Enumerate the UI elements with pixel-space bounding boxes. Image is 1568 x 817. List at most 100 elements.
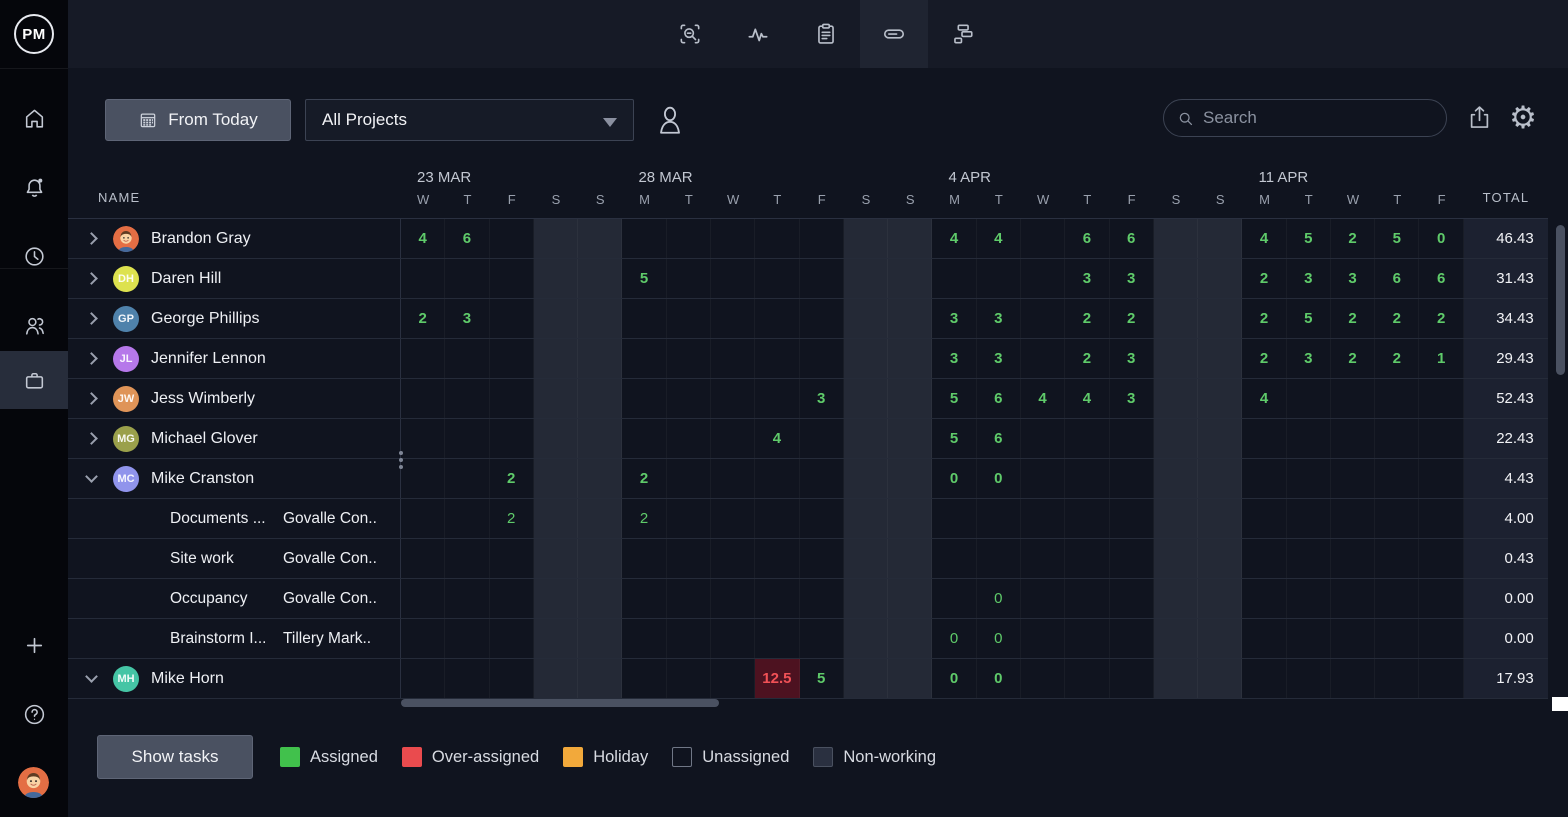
chevron-right-icon[interactable] (85, 272, 98, 285)
day-cell[interactable] (1154, 579, 1198, 618)
day-cell[interactable] (1198, 299, 1242, 338)
day-cell[interactable]: 4 (1242, 379, 1286, 418)
person-name-cell[interactable]: MGMichael Glover (68, 419, 401, 458)
day-cell[interactable] (578, 459, 622, 498)
chevron-right-icon[interactable] (85, 312, 98, 325)
day-cell[interactable] (1419, 459, 1463, 498)
day-cell[interactable] (800, 339, 844, 378)
day-cell[interactable] (844, 379, 888, 418)
day-cell[interactable] (932, 259, 976, 298)
day-cell[interactable] (1065, 419, 1109, 458)
chevron-right-icon[interactable] (85, 392, 98, 405)
day-cell[interactable] (1287, 419, 1331, 458)
day-cell[interactable]: 2 (490, 459, 534, 498)
task-name-cell[interactable]: Site workGovalle Con.. (68, 539, 401, 578)
day-cell[interactable]: 4 (1065, 379, 1109, 418)
day-cell[interactable]: 2 (1065, 339, 1109, 378)
day-cell[interactable] (1242, 459, 1286, 498)
day-cell[interactable] (1419, 619, 1463, 658)
day-cell[interactable] (711, 299, 755, 338)
day-cell[interactable] (1198, 619, 1242, 658)
day-cell[interactable] (1198, 539, 1242, 578)
day-cell[interactable]: 6 (1065, 219, 1109, 258)
day-cell[interactable] (800, 459, 844, 498)
day-cell[interactable]: 1 (1419, 339, 1463, 378)
day-cell[interactable] (1242, 579, 1286, 618)
day-cell[interactable] (534, 619, 578, 658)
day-cell[interactable]: 6 (977, 379, 1021, 418)
day-cell[interactable] (844, 539, 888, 578)
day-cell[interactable] (844, 459, 888, 498)
day-cell[interactable] (401, 379, 445, 418)
day-cell[interactable] (1021, 339, 1065, 378)
day-cell[interactable] (1154, 499, 1198, 538)
day-cell[interactable]: 3 (932, 299, 976, 338)
day-cell[interactable] (1242, 419, 1286, 458)
export-button[interactable] (1462, 98, 1496, 136)
chevron-right-icon[interactable] (85, 352, 98, 365)
day-cell[interactable] (711, 379, 755, 418)
day-cell[interactable] (445, 499, 489, 538)
day-cell[interactable] (1110, 499, 1154, 538)
day-cell[interactable] (1198, 379, 1242, 418)
day-cell[interactable] (844, 339, 888, 378)
day-cell[interactable]: 3 (1287, 259, 1331, 298)
task-name-cell[interactable]: Brainstorm I...Tillery Mark.. (68, 619, 401, 658)
day-cell[interactable] (1287, 659, 1331, 698)
day-cell[interactable]: 6 (1375, 259, 1419, 298)
day-cell[interactable] (490, 339, 534, 378)
horizontal-scrollbar[interactable] (401, 699, 719, 707)
day-cell[interactable] (1154, 659, 1198, 698)
day-cell[interactable] (578, 379, 622, 418)
day-cell[interactable] (844, 299, 888, 338)
day-cell[interactable] (667, 459, 711, 498)
day-cell[interactable] (1331, 419, 1375, 458)
day-cell[interactable] (1110, 579, 1154, 618)
day-cell[interactable]: 5 (1287, 219, 1331, 258)
day-cell[interactable] (1065, 619, 1109, 658)
day-cell[interactable] (1287, 539, 1331, 578)
task-name-cell[interactable]: OccupancyGovalle Con.. (68, 579, 401, 618)
day-cell[interactable] (667, 659, 711, 698)
day-cell[interactable] (1375, 459, 1419, 498)
day-cell[interactable]: 3 (800, 379, 844, 418)
day-cell[interactable] (800, 579, 844, 618)
day-cell[interactable] (445, 579, 489, 618)
day-cell[interactable]: 5 (932, 419, 976, 458)
day-cell[interactable]: 4 (1021, 379, 1065, 418)
day-cell[interactable] (1110, 619, 1154, 658)
day-cell[interactable] (578, 619, 622, 658)
day-cell[interactable] (1198, 579, 1242, 618)
day-cell[interactable] (932, 579, 976, 618)
day-cell[interactable] (1154, 299, 1198, 338)
tab-activity[interactable] (724, 0, 792, 68)
day-cell[interactable] (578, 659, 622, 698)
day-cell[interactable]: 6 (977, 419, 1021, 458)
day-cell[interactable] (1287, 499, 1331, 538)
day-cell[interactable] (888, 659, 932, 698)
day-cell[interactable] (1242, 539, 1286, 578)
day-cell[interactable] (888, 259, 932, 298)
day-cell[interactable] (932, 499, 976, 538)
day-cell[interactable] (534, 579, 578, 618)
day-cell[interactable] (711, 219, 755, 258)
day-cell[interactable]: 2 (1331, 219, 1375, 258)
person-name-cell[interactable]: Brandon Gray (68, 219, 401, 258)
day-cell[interactable]: 0 (977, 619, 1021, 658)
day-cell[interactable]: 3 (1110, 259, 1154, 298)
day-cell[interactable] (888, 579, 932, 618)
day-cell[interactable] (888, 619, 932, 658)
day-cell[interactable] (1375, 419, 1419, 458)
day-cell[interactable] (1375, 539, 1419, 578)
day-cell[interactable] (800, 259, 844, 298)
day-cell[interactable] (1419, 579, 1463, 618)
day-cell[interactable] (800, 299, 844, 338)
sidebar-item-home[interactable] (0, 89, 68, 147)
sidebar-item-team[interactable] (0, 296, 68, 354)
day-cell[interactable] (490, 579, 534, 618)
day-cell[interactable]: 2 (1242, 339, 1286, 378)
day-cell[interactable] (578, 499, 622, 538)
show-tasks-button[interactable]: Show tasks (97, 735, 253, 779)
day-cell[interactable]: 6 (445, 219, 489, 258)
day-cell[interactable]: 0 (932, 459, 976, 498)
